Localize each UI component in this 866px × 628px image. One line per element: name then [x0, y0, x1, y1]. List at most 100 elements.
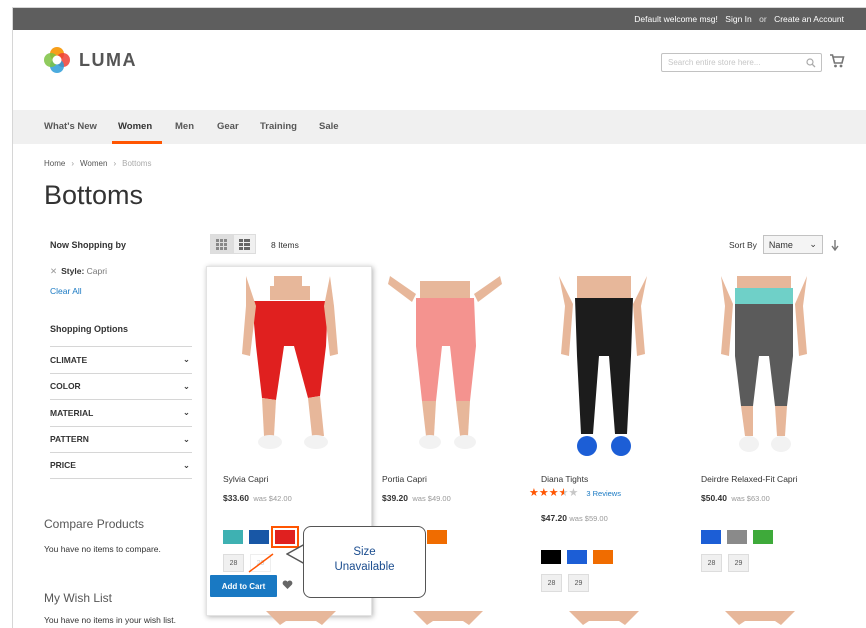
product-name[interactable]: Deirdre Relaxed-Fit Capri [701, 474, 797, 484]
product-image-partial [413, 611, 483, 625]
size-swatch[interactable]: 29 [568, 574, 589, 592]
active-filter: ✕ Style: Capri [50, 266, 192, 277]
size-swatches: 28 29 [541, 574, 595, 592]
color-swatch[interactable] [753, 530, 773, 544]
color-swatch[interactable] [567, 550, 587, 564]
product-image[interactable] [689, 276, 839, 466]
chevron-down-icon: ⌄ [182, 380, 190, 391]
filter-option-price[interactable]: PRICE ⌄ [50, 452, 192, 479]
logo-text: LUMA [79, 49, 137, 70]
color-swatch[interactable] [701, 530, 721, 544]
now-shopping-by-heading: Now Shopping by [50, 240, 126, 250]
sort-direction-icon[interactable] [831, 239, 839, 251]
product-item[interactable]: Deirdre Relaxed-Fit Capri $50.40 was $63… [689, 276, 839, 503]
old-price: was $42.00 [253, 494, 292, 503]
size-swatch-unavailable[interactable]: 29 [248, 553, 274, 573]
product-price: $47.20 was $59.00 [541, 513, 608, 523]
color-swatch[interactable] [427, 530, 447, 544]
breadcrumb-current: Bottoms [122, 159, 152, 168]
color-swatches [223, 526, 301, 548]
size-swatch[interactable]: 28 [223, 554, 244, 572]
luma-logo-icon [44, 47, 70, 73]
remove-filter-icon[interactable]: ✕ [50, 266, 57, 276]
nav-women[interactable]: Women [118, 121, 152, 132]
product-price: $39.20 was $49.00 [382, 493, 451, 503]
product-item[interactable]: Sylvia Capri $33.60 was $42.00 [212, 276, 362, 503]
filter-option-color[interactable]: COLOR ⌄ [50, 372, 192, 400]
breadcrumb-home[interactable]: Home [44, 159, 65, 168]
filter-option-label: COLOR [50, 381, 81, 392]
special-price: $50.40 [701, 493, 727, 503]
compare-products-empty: You have no items to compare. [44, 544, 161, 554]
product-item[interactable]: Diana Tights [529, 276, 679, 484]
size-swatch[interactable]: 29 [728, 554, 749, 572]
product-item[interactable]: Portia Capri $39.20 was $49.00 [370, 276, 520, 503]
page-title: Bottoms [44, 180, 144, 210]
breadcrumb: Home › Women › Bottoms [44, 159, 151, 168]
size-swatch[interactable]: 28 [701, 554, 722, 572]
nav-men[interactable]: Men [175, 121, 194, 132]
star-icon: ★ [529, 487, 539, 499]
heart-icon[interactable] [282, 580, 293, 590]
sign-in-link[interactable]: Sign In [725, 14, 751, 24]
filter-option-climate[interactable]: CLIMATE ⌄ [50, 346, 192, 373]
logo[interactable]: LUMA [43, 46, 137, 74]
product-image[interactable] [529, 276, 679, 466]
list-view-button[interactable] [233, 234, 256, 254]
filter-option-material[interactable]: MATERIAL ⌄ [50, 399, 192, 426]
color-swatch[interactable] [223, 530, 243, 544]
list-icon [239, 238, 250, 250]
header-links: Default welcome msg! Sign In or Create a… [629, 14, 844, 24]
toolbar-item-count: 8 Items [271, 240, 299, 250]
sort-select-value: Name [768, 239, 793, 250]
search-placeholder: Search entire store here... [668, 58, 761, 67]
color-swatch[interactable] [727, 530, 747, 544]
search-input[interactable]: Search entire store here... [661, 53, 822, 72]
special-price: $47.20 [541, 513, 567, 523]
star-icon: ★ [568, 487, 579, 499]
product-image[interactable] [212, 276, 362, 466]
size-unavailable-callout: Size Unavailable [303, 526, 426, 598]
chevron-down-icon: ⌄ [182, 459, 190, 470]
color-swatch-selected[interactable] [271, 526, 299, 548]
color-swatches [541, 550, 619, 564]
product-image-partial [266, 611, 336, 625]
size-swatch[interactable]: 28 [541, 574, 562, 592]
cart-icon[interactable] [829, 53, 845, 68]
chevron-down-icon: ⌄ [809, 239, 817, 249]
add-to-cart-button[interactable]: Add to Cart [210, 575, 277, 597]
main-navigation: What's New Women Men Gear Training Sale [13, 110, 866, 144]
nav-training[interactable]: Training [260, 121, 297, 132]
search-icon[interactable] [806, 58, 816, 68]
compare-products-block: Compare Products You have no items to co… [44, 517, 161, 554]
grid-icon [216, 238, 227, 250]
wishlist-block: My Wish List You have no items in your w… [44, 591, 176, 625]
create-account-link[interactable]: Create an Account [774, 14, 844, 24]
filter-option-label: PRICE [50, 460, 76, 471]
color-swatch[interactable] [249, 530, 269, 544]
filter-option-pattern[interactable]: PATTERN ⌄ [50, 425, 192, 453]
breadcrumb-women[interactable]: Women [80, 159, 107, 168]
nav-sale[interactable]: Sale [319, 121, 339, 132]
nav-gear[interactable]: Gear [217, 121, 239, 132]
product-name[interactable]: Portia Capri [382, 474, 427, 484]
or-text: or [759, 14, 767, 24]
product-name[interactable]: Sylvia Capri [223, 474, 268, 484]
special-price: $33.60 [223, 493, 249, 503]
star-icon: ★ [548, 487, 559, 499]
breadcrumb-separator: › [113, 159, 117, 168]
filter-options: CLIMATE ⌄ COLOR ⌄ MATERIAL ⌄ PATTERN ⌄ PRICE… [50, 346, 192, 479]
color-swatch[interactable] [593, 550, 613, 564]
product-name[interactable]: Diana Tights [541, 474, 588, 484]
grid-view-button[interactable] [210, 234, 233, 254]
product-image[interactable] [370, 276, 520, 466]
old-price: was $63.00 [731, 494, 770, 503]
layered-navigation: Now Shopping by ✕ Style: Capri Clear All … [50, 240, 192, 479]
clear-all-link[interactable]: Clear All [50, 286, 192, 296]
color-swatch[interactable] [541, 550, 561, 564]
reviews-link[interactable]: 3 Reviews [586, 489, 621, 498]
callout-line: Unavailable [334, 561, 395, 573]
nav-whats-new[interactable]: What's New [44, 121, 97, 132]
product-image-partial [725, 611, 795, 625]
sort-select[interactable]: Name ⌄ [762, 235, 823, 254]
